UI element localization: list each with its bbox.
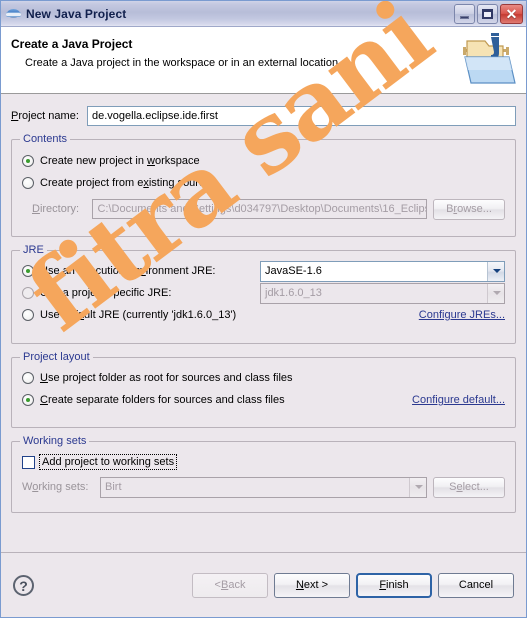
window-title: New Java Project [26, 6, 127, 21]
project-specific-jre-combo[interactable]: jdk1.6.0_13 [260, 282, 505, 304]
radio-indicator [22, 394, 34, 406]
page-description: Create a Java project in the workspace o… [25, 57, 342, 69]
radio-label: Use project folder as root for sources a… [40, 372, 293, 384]
radio-label: Create separate folders for sources and … [40, 394, 285, 406]
configure-default-link[interactable]: Configure default... [412, 394, 505, 406]
radio-indicator [22, 265, 34, 277]
execution-environment-value: JavaSE-1.6 [265, 265, 322, 277]
radio-create-separate-folders[interactable]: Create separate folders for sources and … [22, 389, 505, 411]
contents-group: Contents Create new project in workspace… [11, 133, 516, 237]
chevron-down-icon[interactable] [409, 477, 426, 497]
configure-jres-link[interactable]: Configure JREs... [419, 309, 505, 321]
java-project-folder-icon [455, 33, 517, 89]
title-bar: New Java Project ✕ [1, 1, 526, 27]
checkbox-label: Add project to working sets [42, 456, 175, 468]
radio-use-execution-environment-jre[interactable]: Use an execution environment JRE: JavaSE… [22, 260, 505, 282]
working-sets-group: Working sets Add project to working sets… [11, 435, 516, 513]
directory-label: Directory: [32, 203, 80, 215]
project-name-input[interactable]: de.vogella.eclipse.ide.first [87, 106, 516, 126]
new-java-project-dialog: New Java Project ✕ Create a Java Project… [0, 0, 527, 618]
wizard-banner: Create a Java Project Create a Java proj… [1, 27, 526, 94]
chevron-down-icon[interactable] [487, 283, 504, 303]
directory-input[interactable]: C:\Documents and Settings\d034797\Deskto… [92, 199, 427, 219]
dialog-body: Project name: de.vogella.eclipse.ide.fir… [1, 94, 526, 552]
finish-button[interactable]: Finish [356, 572, 432, 598]
radio-indicator [22, 309, 34, 321]
dialog-footer: ? < Back Next > Finish Cancel [1, 552, 526, 617]
java-globe-icon [6, 6, 21, 21]
radio-use-project-folder-as-root[interactable]: Use project folder as root for sources a… [22, 367, 505, 389]
radio-use-project-specific-jre[interactable]: Use a project specific JRE: jdk1.6.0_13 [22, 282, 505, 304]
back-button[interactable]: < Back [192, 572, 268, 598]
checkbox-add-project-to-working-sets[interactable]: Add project to working sets [22, 451, 505, 473]
working-sets-group-title: Working sets [20, 435, 90, 447]
project-layout-group: Project layout Use project folder as roo… [11, 351, 516, 428]
project-specific-jre-value: jdk1.6.0_13 [265, 287, 322, 299]
footer-buttons: < Back Next > Finish Cancel [192, 572, 514, 598]
project-name-label: Project name: [11, 110, 79, 122]
radio-label: Use a project specific JRE: [40, 287, 172, 299]
help-icon[interactable]: ? [13, 574, 34, 596]
project-layout-group-title: Project layout [20, 351, 93, 363]
select-working-sets-button[interactable]: Se lect... [433, 476, 505, 498]
close-button[interactable]: ✕ [500, 3, 523, 24]
contents-group-title: Contents [20, 133, 71, 145]
radio-label: Use default JRE (currently 'jdk1.6.0_13'… [40, 309, 237, 321]
radio-indicator [22, 177, 34, 189]
browse-button[interactable]: Br owse... [433, 198, 505, 220]
working-sets-value: Birt [105, 481, 122, 493]
radio-indicator [22, 287, 34, 299]
directory-row: Directory: C:\Documents and Settings\d03… [22, 198, 505, 220]
minimize-button[interactable] [454, 3, 475, 24]
jre-group-title: JRE [20, 244, 47, 256]
project-name-row: Project name: de.vogella.eclipse.ide.fir… [11, 94, 516, 126]
page-title: Create a Java Project [11, 37, 133, 51]
cancel-button[interactable]: Cancel [438, 572, 514, 598]
radio-label: Use an execution environment JRE: [40, 265, 216, 277]
checkbox-indicator [22, 455, 35, 469]
radio-create-new-project-in-workspace[interactable]: Create new project in workspace [22, 150, 505, 172]
jre-group: JRE Use an execution environment JRE: Ja… [11, 244, 516, 344]
working-sets-combo[interactable]: Birt [100, 476, 427, 498]
execution-environment-combo[interactable]: JavaSE-1.6 [260, 260, 505, 282]
window-controls: ✕ [454, 3, 523, 24]
radio-indicator [22, 155, 34, 167]
working-sets-row: Working sets: Birt Se lect... [22, 476, 505, 498]
radio-label: Create project from existing source [40, 177, 211, 189]
close-icon: ✕ [505, 5, 518, 22]
radio-create-project-from-existing-source[interactable]: Create project from existing source [22, 172, 505, 194]
working-sets-label: Working sets: [22, 481, 89, 493]
radio-use-default-jre[interactable]: Use default JRE (currently 'jdk1.6.0_13'… [22, 304, 505, 326]
chevron-down-icon[interactable] [487, 261, 504, 281]
maximize-button[interactable] [477, 3, 498, 24]
radio-label: Create new project in workspace [40, 155, 200, 167]
next-button[interactable]: Next > [274, 572, 350, 598]
radio-indicator [22, 372, 34, 384]
